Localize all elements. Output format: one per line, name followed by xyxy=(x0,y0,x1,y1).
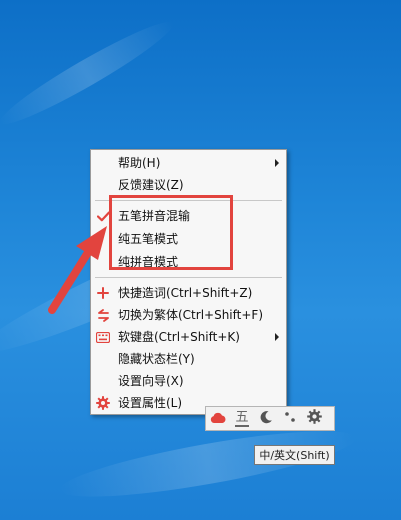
submenu-arrow-icon xyxy=(275,333,279,341)
menu-item-soft-keyboard[interactable]: 软键盘(Ctrl+Shift+K) xyxy=(91,326,286,348)
annotation-highlight-box xyxy=(109,195,233,270)
annotation-arrow-icon xyxy=(48,226,107,314)
gear-icon xyxy=(96,396,110,410)
tooltip: 中/英文(Shift) xyxy=(254,445,335,465)
wubi-icon: 五 xyxy=(235,409,249,427)
menu-item-label: 隐藏状态栏(Y) xyxy=(118,352,195,366)
moon-icon xyxy=(259,409,273,428)
menu-item-quick-word[interactable]: 快捷造词(Ctrl+Shift+Z) xyxy=(91,282,286,304)
moon-button[interactable] xyxy=(254,407,278,430)
menu-item-traditional[interactable]: 切换为繁体(Ctrl+Shift+F) xyxy=(91,304,286,326)
menu-separator xyxy=(95,277,282,278)
menu-item-label: 软键盘(Ctrl+Shift+K) xyxy=(118,330,240,344)
menu-item-label: 帮助(H) xyxy=(118,156,161,170)
menu-item-label: 设置向导(X) xyxy=(118,374,184,388)
ime-status-bar: 五 xyxy=(205,406,335,431)
gear-icon xyxy=(306,409,322,428)
menu-item-feedback[interactable]: 反馈建议(Z) xyxy=(91,174,286,196)
menu-item-hide-statusbar[interactable]: 隐藏状态栏(Y) xyxy=(91,348,286,370)
menu-item-label: 设置属性(L) xyxy=(118,396,183,410)
menu-item-setup-wizard[interactable]: 设置向导(X) xyxy=(91,370,286,392)
desktop-light-streak xyxy=(0,11,180,135)
cloud-button[interactable] xyxy=(206,407,230,430)
menu-item-help[interactable]: 帮助(H) xyxy=(91,152,286,174)
cloud-icon xyxy=(210,409,226,428)
checkmark-icon xyxy=(96,209,110,223)
menu-item-label: 快捷造词(Ctrl+Shift+Z) xyxy=(118,286,253,300)
wubi-mode-button[interactable]: 五 xyxy=(230,407,254,430)
settings-button[interactable] xyxy=(302,407,326,430)
punctuation-button[interactable] xyxy=(278,407,302,430)
keyboard-icon xyxy=(96,330,110,344)
menu-item-label: 切换为繁体(Ctrl+Shift+F) xyxy=(118,308,264,322)
menu-item-label: 反馈建议(Z) xyxy=(118,178,184,192)
punctuation-icon xyxy=(283,409,297,428)
submenu-arrow-icon xyxy=(275,159,279,167)
ime-context-menu: 帮助(H) 反馈建议(Z) 五笔拼音混输 纯五笔模式 纯拼音模式 快捷造词(Ct… xyxy=(90,149,287,415)
